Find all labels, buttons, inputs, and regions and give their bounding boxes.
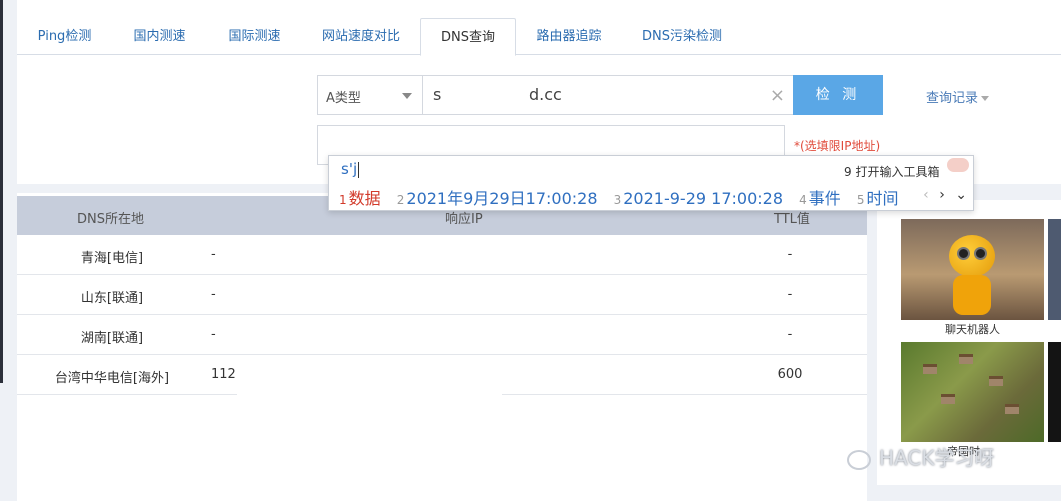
side-image-partial[interactable] (1048, 219, 1061, 320)
table-row: 青海[电信] - - (17, 235, 867, 275)
prev-page-icon[interactable]: ‹ (923, 187, 929, 203)
hut-shape (941, 394, 955, 404)
domain-input[interactable]: s d.cc × (422, 75, 794, 115)
redaction-mask (237, 368, 502, 398)
cell-ttl: - (787, 327, 793, 342)
expand-icon[interactable]: ⌄ (955, 187, 967, 203)
left-edge-bar (0, 0, 3, 383)
robot-eye (957, 247, 970, 260)
cell-ip: - (211, 327, 216, 342)
tab-bar: Ping检测 国内测速 国际测速 网站速度对比 DNS查询 路由器追踪 DNS污… (17, 18, 1061, 56)
next-page-icon[interactable]: › (939, 187, 945, 203)
watermark: HACK学习呀 (847, 442, 994, 471)
ime-candidate[interactable]: 3 2021-9-29 17:00:28 (614, 189, 783, 208)
hut-shape (959, 354, 973, 364)
cell-ttl: - (787, 247, 793, 262)
table-row: 湖南[联通] - - (17, 315, 867, 355)
cell-ip: 112. (211, 367, 240, 382)
wechat-icon (847, 449, 871, 470)
ime-candidate[interactable]: 4 事件 (799, 189, 841, 208)
ime-candidate[interactable]: 1 数据 (339, 189, 381, 208)
ip-hint: *(选填限IP地址) (794, 139, 881, 153)
tab-dns-pollution[interactable]: DNS污染检测 (622, 18, 742, 55)
tab-dns-query[interactable]: DNS查询 (420, 18, 516, 56)
ime-nav: ‹ › ⌄ (917, 187, 967, 203)
tab-route-trace[interactable]: 路由器追踪 (516, 18, 622, 55)
robot-head (949, 235, 995, 277)
cell-location: 青海[电信] (80, 251, 144, 266)
tab-domestic-speed[interactable]: 国内测速 (112, 18, 207, 55)
chatbot-image[interactable] (901, 219, 1044, 320)
header-location: DNS所在地 (77, 212, 144, 227)
side-image-partial[interactable] (1048, 342, 1061, 442)
domain-value-suffix: d.cc (529, 85, 562, 104)
ime-toolbox-link[interactable]: 9 打开输入工具箱 (844, 163, 939, 180)
clear-icon[interactable]: × (770, 85, 785, 106)
ime-candidate[interactable]: 5 时间 (857, 189, 899, 208)
cell-ttl: - (787, 287, 793, 302)
tab-ping[interactable]: Ping检测 (17, 18, 112, 55)
text-cursor (358, 161, 360, 178)
ime-candidate-list: 1 数据 2 2021年9月29日17:00:28 3 2021-9-29 17:00… (339, 185, 910, 209)
hut-shape (989, 376, 1003, 386)
record-type-select[interactable]: A类型 (317, 75, 423, 115)
cell-location: 山东[联通] (80, 291, 144, 306)
tab-international-speed[interactable]: 国际测速 (207, 18, 302, 55)
empire-game-image[interactable] (901, 342, 1044, 442)
ime-candidate-window: s'j 9 打开输入工具箱 1 数据 2 2021年9月29日17:00:28 32… (328, 155, 974, 211)
ime-candidate[interactable]: 2 2021年9月29日17:00:28 (397, 189, 598, 208)
check-button[interactable]: 检 测 (793, 75, 883, 115)
tab-site-speed-compare[interactable]: 网站速度对比 (302, 18, 420, 55)
query-history-label: 查询记录 (926, 91, 979, 106)
cell-ip: - (211, 287, 216, 302)
record-type-value: A类型 (326, 91, 361, 106)
robot-body (953, 275, 991, 315)
cell-location: 台湾中华电信[海外] (54, 371, 170, 386)
domain-value-prefix: s (433, 85, 442, 104)
chevron-down-icon (402, 93, 412, 99)
robot-eye (974, 247, 987, 260)
hut-shape (923, 364, 937, 374)
caption-chatbot[interactable]: 聊天机器人 (901, 321, 1044, 337)
cell-ttl: 600 (777, 367, 803, 382)
ime-logo-icon (947, 158, 969, 172)
hut-shape (1005, 404, 1019, 414)
cell-location: 湖南[联通] (80, 331, 144, 346)
chevron-down-icon (981, 96, 990, 101)
cell-ip: - (211, 247, 216, 262)
query-history-dropdown[interactable]: 查询记录 (926, 87, 990, 106)
table-row: 山东[联通] - - (17, 275, 867, 315)
ime-composition: s'j (341, 160, 360, 178)
dns-result-table: DNS所在地 响应IP TTL值 青海[电信] - - 山东[联通] - - 湖… (17, 193, 867, 501)
